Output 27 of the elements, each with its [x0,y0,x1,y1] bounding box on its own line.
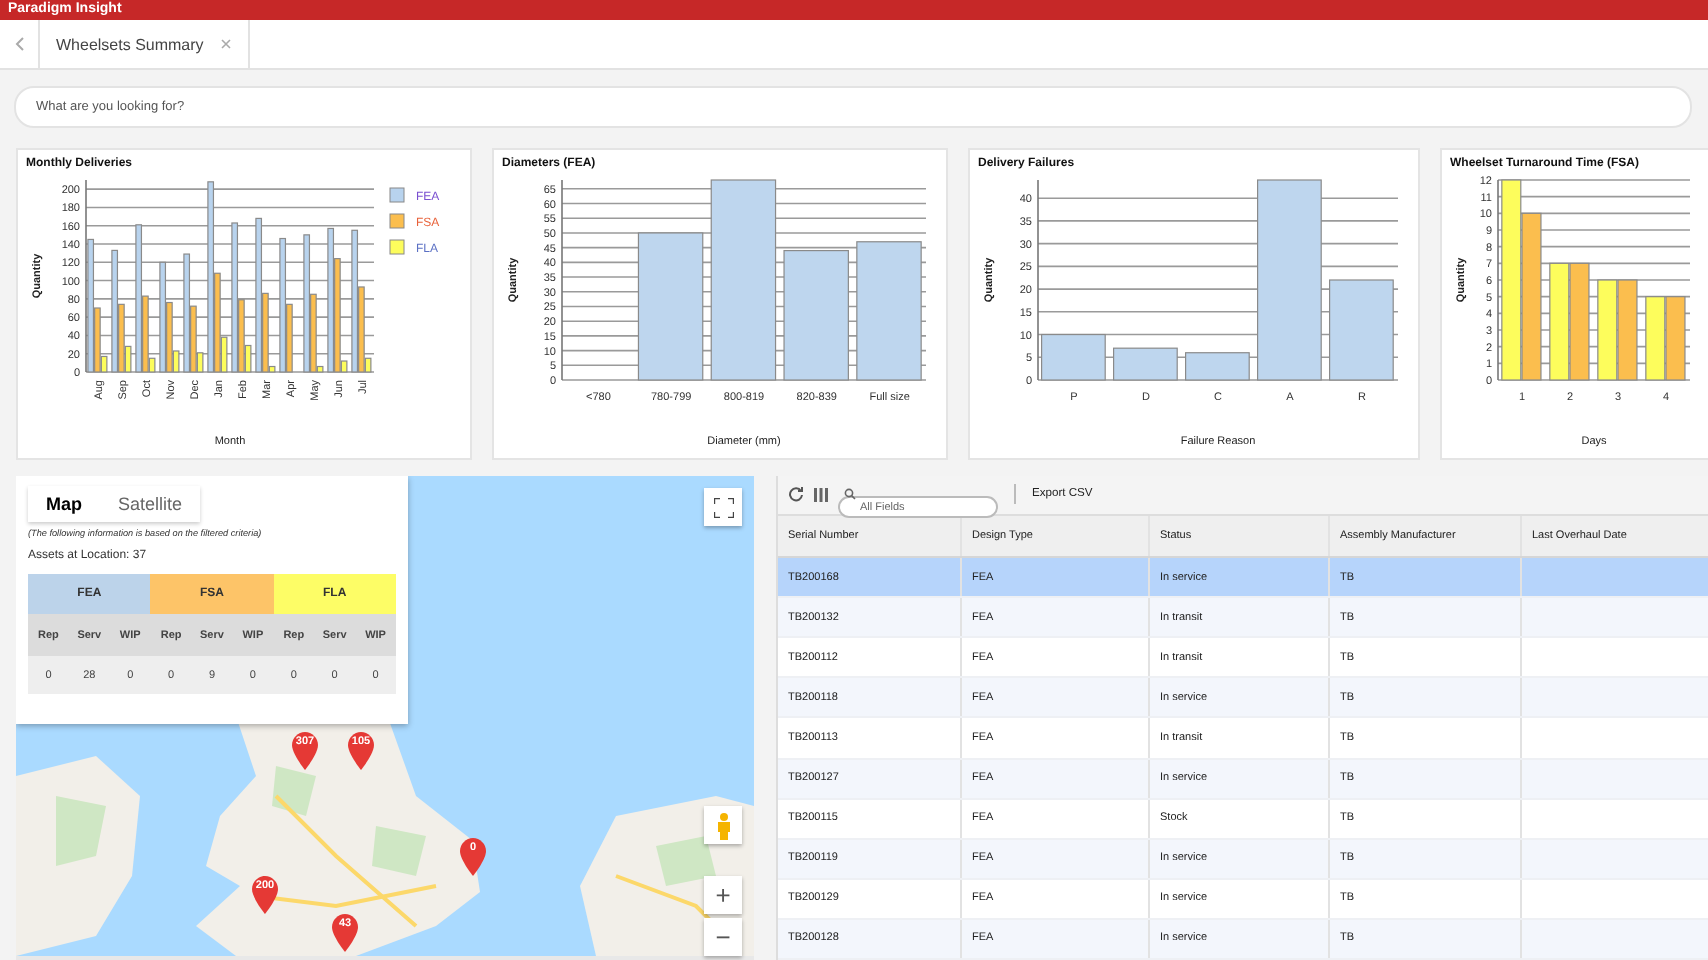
zoom-out-button[interactable]: − [704,918,742,956]
refresh-icon[interactable] [788,486,804,503]
chevron-left-icon [13,36,25,52]
map-type-tab[interactable]: Satellite [100,486,201,522]
search-icon [844,488,856,501]
fullscreen-button[interactable] [704,488,742,526]
bar [783,250,849,381]
person-icon [715,811,731,839]
zoom-in-button[interactable]: + [704,876,742,914]
tab-label: Wheelsets Summary [56,35,204,53]
bar [1113,347,1178,381]
fullscreen-icon [713,497,733,517]
bar [856,241,922,381]
legend-swatch [389,187,405,203]
map-type-tab[interactable]: Map [28,486,100,522]
bar [1549,262,1570,381]
legend-swatch [389,239,405,255]
legend-swatch [389,213,405,229]
bar [1645,296,1666,381]
bar [1569,262,1590,381]
bar [1041,333,1106,381]
bar [1597,279,1618,381]
bar [1617,279,1638,381]
columns-icon[interactable] [814,487,828,502]
bar [1185,352,1250,381]
bar [1665,296,1686,381]
bar [1329,279,1394,381]
